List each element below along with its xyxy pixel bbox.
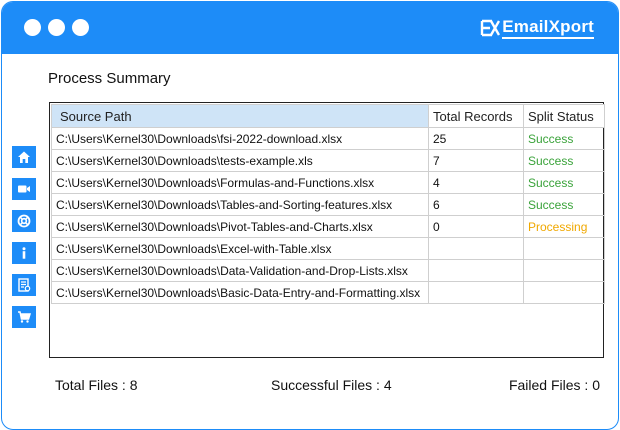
sidebar-item-cart[interactable] <box>12 306 36 328</box>
total-files-count: Total Files : 8 <box>55 377 138 393</box>
cell-split-status <box>523 259 605 282</box>
page-title: Process Summary <box>48 70 171 87</box>
brand-name: EmailXport <box>502 17 594 39</box>
cell-split-status: Processing <box>523 215 605 238</box>
table-row[interactable]: C:\Users\Kernel30\Downloads\Basic-Data-E… <box>51 281 605 304</box>
sidebar-item-home[interactable] <box>12 146 36 168</box>
cell-source-path: C:\Users\Kernel30\Downloads\Tables-and-S… <box>51 193 429 216</box>
window-dot-minimize[interactable] <box>48 19 65 36</box>
table-row[interactable]: C:\Users\Kernel30\Downloads\tests-exampl… <box>51 149 605 172</box>
table-row[interactable]: C:\Users\Kernel30\Downloads\fsi-2022-dow… <box>51 127 605 150</box>
cell-total-records <box>428 237 524 260</box>
support-icon <box>17 214 31 228</box>
cell-source-path: C:\Users\Kernel30\Downloads\fsi-2022-dow… <box>51 127 429 150</box>
table-row[interactable]: C:\Users\Kernel30\Downloads\Tables-and-S… <box>51 193 605 216</box>
table-row[interactable]: C:\Users\Kernel30\Downloads\Data-Validat… <box>51 259 605 282</box>
sidebar <box>12 146 37 338</box>
cell-total-records: 6 <box>428 193 524 216</box>
cell-total-records: 25 <box>428 127 524 150</box>
license-icon <box>18 278 31 292</box>
failed-files-count: Failed Files : 0 <box>508 377 600 393</box>
sidebar-item-info[interactable] <box>12 242 36 264</box>
cell-split-status: Success <box>523 193 605 216</box>
cell-source-path: C:\Users\Kernel30\Downloads\tests-exampl… <box>51 149 429 172</box>
cell-split-status <box>523 237 605 260</box>
successful-files-count: Successful Files : 4 <box>271 377 392 393</box>
window-dot-close[interactable] <box>24 19 41 36</box>
column-header-split-status[interactable]: Split Status <box>523 104 605 128</box>
title-bar: EmailXport <box>2 2 618 54</box>
video-icon <box>18 185 30 193</box>
sidebar-item-video[interactable] <box>12 178 36 200</box>
brand-logo: EmailXport <box>480 16 594 40</box>
app-window: EmailXport Process Summary Source Path T… <box>1 1 619 430</box>
cell-source-path: C:\Users\Kernel30\Downloads\Formulas-and… <box>51 171 429 194</box>
sidebar-item-support[interactable] <box>12 210 36 232</box>
cell-total-records: 0 <box>428 215 524 238</box>
cell-total-records <box>428 281 524 304</box>
cart-icon <box>18 311 31 323</box>
cell-source-path: C:\Users\Kernel30\Downloads\Basic-Data-E… <box>51 281 429 304</box>
cell-total-records: 4 <box>428 171 524 194</box>
table-row[interactable]: C:\Users\Kernel30\Downloads\Formulas-and… <box>51 171 605 194</box>
table-row[interactable]: C:\Users\Kernel30\Downloads\Excel-with-T… <box>51 237 605 260</box>
cell-source-path: C:\Users\Kernel30\Downloads\Pivot-Tables… <box>51 215 429 238</box>
cell-total-records <box>428 259 524 282</box>
cell-split-status: Success <box>523 171 605 194</box>
cell-source-path: C:\Users\Kernel30\Downloads\Data-Validat… <box>51 259 429 282</box>
column-header-source-path[interactable]: Source Path <box>51 104 429 128</box>
window-dot-maximize[interactable] <box>72 19 89 36</box>
sidebar-item-license[interactable] <box>12 274 36 296</box>
cell-split-status: Success <box>523 127 605 150</box>
cell-source-path: C:\Users\Kernel30\Downloads\Excel-with-T… <box>51 237 429 260</box>
table-row[interactable]: C:\Users\Kernel30\Downloads\Pivot-Tables… <box>51 215 605 238</box>
process-summary-table: Source Path Total Records Split Status C… <box>49 102 605 358</box>
cell-total-records: 7 <box>428 149 524 172</box>
cell-split-status: Success <box>523 149 605 172</box>
cell-split-status <box>523 281 605 304</box>
home-icon <box>18 151 30 163</box>
brand-mark-icon <box>481 19 501 37</box>
column-header-total-records[interactable]: Total Records <box>428 104 524 128</box>
summary-grid: Source Path Total Records Split Status C… <box>51 104 605 304</box>
info-icon <box>22 247 26 259</box>
table-header-row: Source Path Total Records Split Status <box>51 104 605 128</box>
